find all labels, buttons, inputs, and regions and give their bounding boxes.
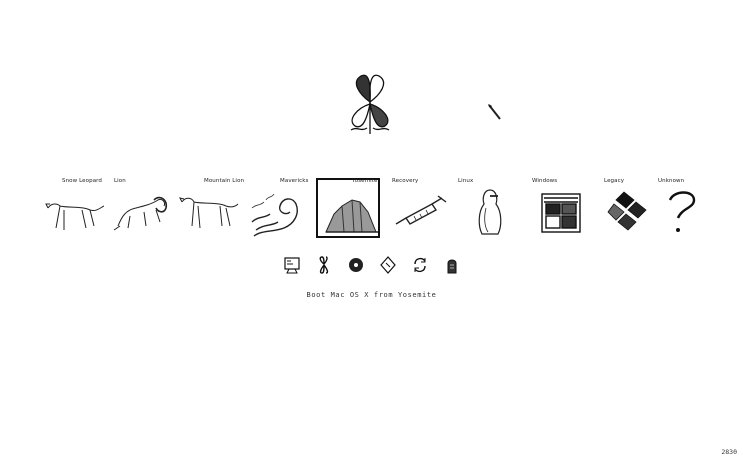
shell-tool-icon[interactable] xyxy=(283,255,301,275)
entry-recovery[interactable]: Recovery xyxy=(388,176,452,244)
status-text: Boot Mac OS X from Yosemite xyxy=(306,291,437,299)
shutdown-tool-icon[interactable] xyxy=(443,255,461,275)
entry-linux[interactable]: Linux xyxy=(458,176,522,244)
revision-number: 2830 xyxy=(721,448,737,456)
lion-icon xyxy=(113,196,168,231)
entry-label: Linux xyxy=(458,178,474,184)
entry-label: Recovery xyxy=(392,178,419,184)
entry-windows[interactable]: Windows xyxy=(528,176,592,244)
pointer-icon xyxy=(486,103,502,121)
entry-label: Snow Leopard xyxy=(62,178,103,184)
entry-label: Unknown xyxy=(658,178,685,184)
disk-tool-icon[interactable] xyxy=(347,255,365,275)
wave-icon xyxy=(251,193,298,237)
entry-lion[interactable]: Lion xyxy=(108,176,172,244)
entry-label: Mavericks xyxy=(280,178,309,184)
entry-unknown[interactable]: Unknown xyxy=(658,176,722,244)
options-tool-icon[interactable] xyxy=(315,255,333,275)
legacy-icon xyxy=(607,191,647,231)
clover-logo-icon xyxy=(339,72,401,136)
refresh-tool-icon[interactable] xyxy=(411,255,429,275)
penguin-icon xyxy=(478,189,502,235)
boot-entries: Snow Leopard Lion Mountain Lion Maverick… xyxy=(40,176,700,246)
mountain-lion-icon xyxy=(179,197,239,229)
nvram-tool-icon[interactable] xyxy=(379,255,397,275)
entry-mavericks[interactable]: Mavericks xyxy=(246,176,310,244)
entry-snow-leopard[interactable]: Snow Leopard xyxy=(40,176,104,244)
entry-yosemite[interactable]: Yosemite xyxy=(316,176,382,244)
entry-label: Legacy xyxy=(604,178,625,184)
yosemite-icon xyxy=(325,199,378,233)
windows-icon xyxy=(541,193,581,233)
entry-legacy[interactable]: Legacy xyxy=(600,176,664,244)
question-icon xyxy=(668,191,696,232)
entry-label: Mountain Lion xyxy=(204,178,245,184)
snow-leopard-icon xyxy=(45,203,104,230)
entry-label: Yosemite xyxy=(352,178,378,184)
entry-label: Windows xyxy=(532,178,558,184)
entry-label: Lion xyxy=(114,178,126,184)
entry-mountain-lion[interactable]: Mountain Lion xyxy=(176,176,244,244)
syringe-icon xyxy=(395,195,447,225)
tools-bar xyxy=(283,255,463,277)
